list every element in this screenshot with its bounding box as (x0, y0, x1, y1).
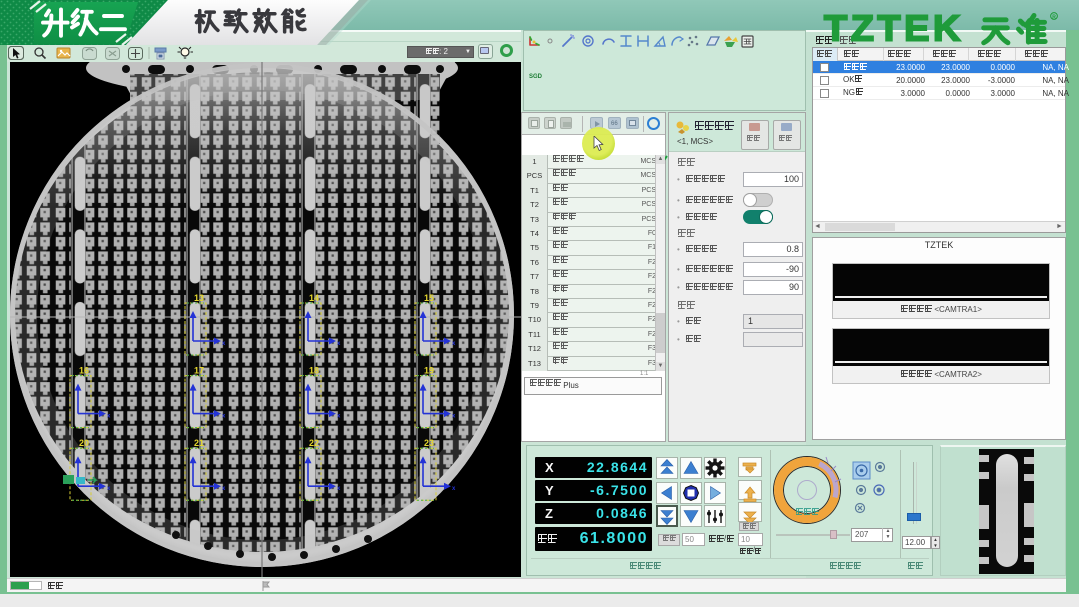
svg-text:19: 19 (424, 366, 434, 376)
svg-text:13: 13 (194, 293, 204, 303)
svg-text:17: 17 (194, 366, 204, 376)
svg-text:x: x (452, 486, 456, 492)
svg-text:15: 15 (424, 293, 434, 303)
svg-text:14: 14 (309, 293, 319, 303)
svg-text:22: 22 (309, 438, 319, 448)
svg-text:20: 20 (79, 438, 89, 448)
svg-text:16: 16 (79, 366, 89, 376)
svg-text:21: 21 (194, 438, 204, 448)
svg-text:18: 18 (309, 366, 319, 376)
svg-text:R: R (1052, 14, 1056, 20)
svg-text:23: 23 (424, 438, 434, 448)
